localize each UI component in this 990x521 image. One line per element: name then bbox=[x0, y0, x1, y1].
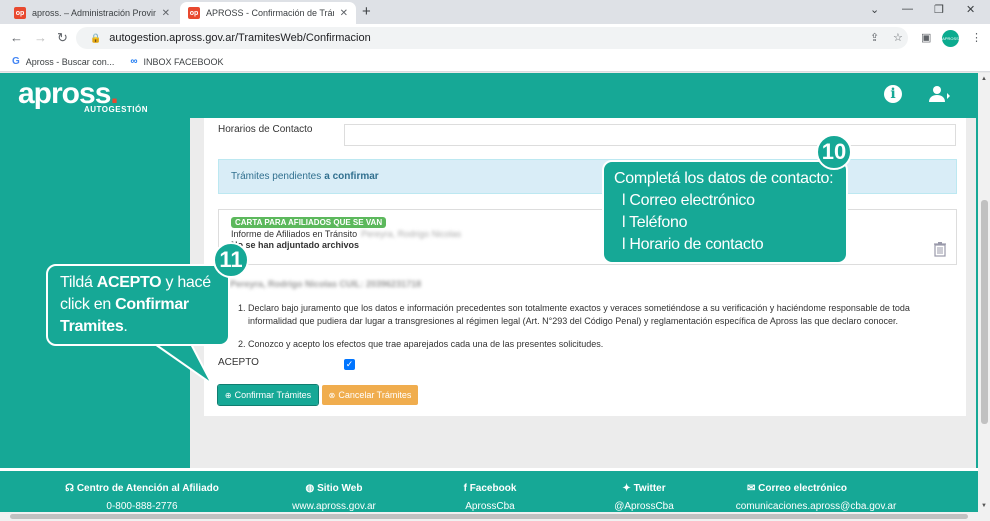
bookmarks-bar: G Apross - Buscar con... ∞ INBOX FACEBOO… bbox=[0, 52, 990, 72]
check-circle-icon: ⊕ bbox=[224, 390, 232, 400]
envelope-icon: ✉ bbox=[746, 483, 759, 494]
acepto-label: ACEPTO bbox=[218, 357, 259, 368]
declaration-item-2: Conozco y acepto los efectos que trae ap… bbox=[248, 338, 942, 351]
footer-sitio-web: ◍ Sitio Web bbox=[305, 483, 363, 494]
cuil-line: Pereyra, Rodrigo Nicolas CUIL: 203962317… bbox=[230, 279, 422, 289]
back-arrow-icon[interactable]: ← bbox=[10, 30, 23, 45]
footer-facebook-link[interactable]: AprossCba bbox=[440, 501, 540, 512]
footer-atencion: ☊ Centro de Atención al Afiliado bbox=[65, 483, 219, 494]
horizontal-scroll-thumb[interactable] bbox=[10, 514, 968, 519]
share-icon[interactable]: ⇪ bbox=[870, 31, 879, 44]
tab-title: apross. – Administración Provinc bbox=[32, 8, 156, 18]
tab-title: APROSS - Confirmación de Trámi bbox=[206, 8, 334, 18]
site-footer: ☊ Centro de Atención al Afiliado 0-800-8… bbox=[0, 468, 978, 512]
contact-hours-label: Horarios de Contacto bbox=[218, 124, 313, 135]
user-menu-icon[interactable] bbox=[928, 85, 952, 103]
cancel-tramites-button[interactable]: ⊗ Cancelar Trámites bbox=[322, 385, 418, 405]
logo-subtitle: AUTOGESTIÓN bbox=[84, 105, 149, 114]
apross-favicon-icon: op bbox=[14, 7, 26, 19]
restore-icon[interactable]: ❐ bbox=[934, 3, 944, 16]
tramite-badge: CARTA PARA AFILIADOS QUE SE VAN bbox=[231, 217, 387, 228]
vertical-scroll-thumb[interactable] bbox=[981, 200, 988, 424]
url-text: autogestion.apross.gov.ar/TramitesWeb/Co… bbox=[109, 32, 371, 44]
browser-tab-bar: op apross. – Administración Provinc ✕ op… bbox=[0, 0, 990, 24]
new-tab-icon[interactable]: + bbox=[362, 3, 371, 20]
footer-phone[interactable]: 0-800-888-2776 bbox=[62, 501, 222, 512]
site-header: apross. AUTOGESTIÓN i bbox=[0, 73, 978, 118]
profile-avatar[interactable]: APROSS bbox=[942, 30, 959, 47]
scroll-down-icon[interactable]: ▼ bbox=[981, 503, 987, 509]
forward-arrow-icon[interactable]: → bbox=[34, 30, 47, 45]
footer-twitter-link[interactable]: @AprossCba bbox=[594, 501, 694, 512]
declaration-list: Declaro bajo juramento que los datos e i… bbox=[230, 302, 942, 361]
address-bar-row: ← → ↻ 🔒 autogestion.apross.gov.ar/Tramit… bbox=[0, 24, 990, 52]
url-input[interactable]: 🔒 autogestion.apross.gov.ar/TramitesWeb/… bbox=[76, 27, 908, 49]
star-icon[interactable]: ☆ bbox=[893, 31, 903, 44]
callout-contact-data: Completá los datos de contacto: l Correo… bbox=[602, 160, 848, 264]
close-icon[interactable]: ✕ bbox=[340, 8, 348, 19]
more-menu-icon[interactable]: ⋮ bbox=[971, 31, 982, 44]
minimize-icon[interactable]: — bbox=[902, 3, 913, 15]
tab-apross-confirmacion[interactable]: op APROSS - Confirmación de Trámi ✕ bbox=[180, 2, 356, 24]
step-number-10: 10 bbox=[816, 134, 852, 170]
footer-twitter: ✦ Twitter bbox=[622, 483, 666, 494]
tab-apross-admin[interactable]: op apross. – Administración Provinc ✕ bbox=[6, 2, 178, 24]
footer-facebook: f Facebook bbox=[463, 483, 517, 494]
bookmark-inbox-facebook[interactable]: ∞ INBOX FACEBOOK bbox=[130, 56, 223, 67]
side-panel-icon[interactable]: ▣ bbox=[921, 31, 931, 44]
chevron-down-icon[interactable]: ⌄ bbox=[870, 3, 879, 16]
bookmark-label: INBOX FACEBOOK bbox=[143, 56, 224, 67]
callout-accept-confirm: Tildá ACEPTO y hacé click en Confirmar T… bbox=[46, 264, 230, 346]
footer-correo: ✉ Correo electrónico bbox=[746, 483, 848, 494]
close-window-icon[interactable]: ✕ bbox=[966, 3, 975, 16]
x-circle-icon: ⊗ bbox=[328, 390, 336, 400]
callout-pointer bbox=[150, 340, 213, 385]
bookmark-label: Apross - Buscar con... bbox=[25, 56, 115, 67]
twitter-icon: ✦ bbox=[622, 483, 634, 494]
lock-icon: 🔒 bbox=[90, 32, 102, 43]
close-icon[interactable]: ✕ bbox=[162, 8, 170, 19]
info-icon[interactable]: i bbox=[884, 85, 902, 103]
footer-email-link[interactable]: comunicaciones.apross@cba.gov.ar bbox=[716, 501, 916, 512]
acepto-checkbox[interactable]: ✓ bbox=[344, 359, 355, 370]
apross-favicon-icon: op bbox=[188, 7, 200, 19]
step-number-11: 11 bbox=[213, 242, 249, 278]
trash-icon[interactable] bbox=[934, 242, 946, 257]
meta-icon: ∞ bbox=[130, 56, 138, 67]
confirm-tramites-button[interactable]: ⊕ Confirmar Trámites bbox=[217, 384, 319, 406]
reload-icon[interactable]: ↻ bbox=[57, 30, 68, 46]
headset-icon: ☊ bbox=[65, 483, 77, 494]
contact-hours-input[interactable] bbox=[344, 124, 956, 146]
form-card: Horarios de Contacto Trámites pendientes… bbox=[204, 118, 966, 416]
declaration-item-1: Declaro bajo juramento que los datos e i… bbox=[248, 302, 942, 328]
content-panel: Horarios de Contacto Trámites pendientes… bbox=[190, 118, 976, 468]
bookmark-apross-search[interactable]: G Apross - Buscar con... bbox=[12, 56, 114, 67]
globe-icon: ◍ bbox=[305, 483, 318, 494]
google-icon: G bbox=[12, 56, 20, 67]
footer-website-link[interactable]: www.apross.gov.ar bbox=[270, 501, 398, 512]
scroll-up-icon[interactable]: ▲ bbox=[981, 76, 987, 82]
